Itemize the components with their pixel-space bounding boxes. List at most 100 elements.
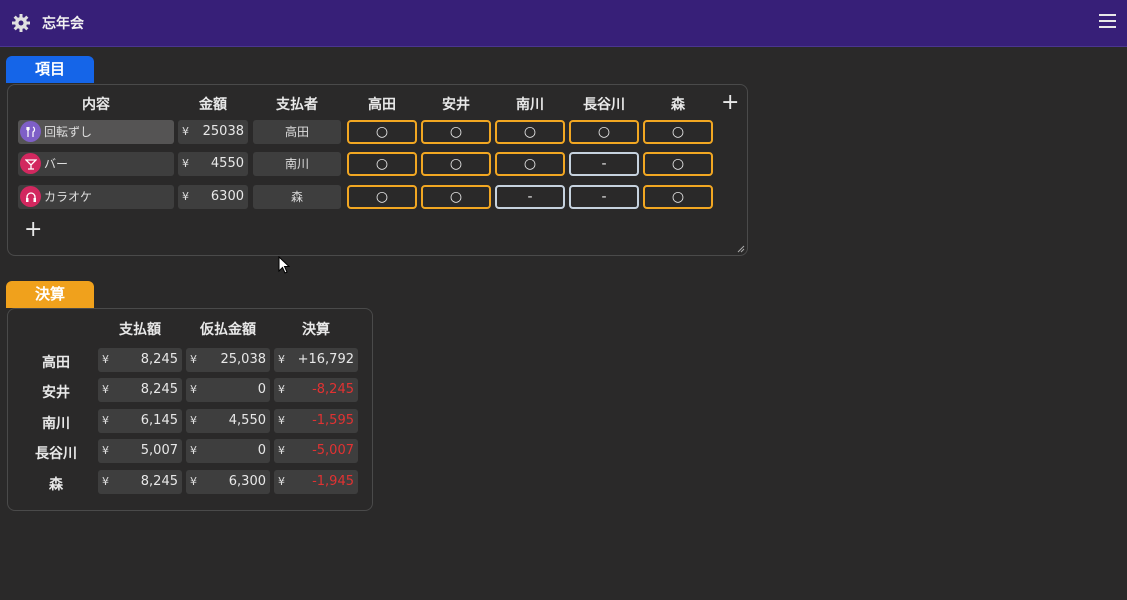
member-name: 安井 <box>42 385 70 401</box>
item-amount-input[interactable]: ¥ 25038 <box>178 120 248 144</box>
paid-value: ¥8,245 <box>98 470 182 494</box>
share-toggle[interactable]: ○ <box>495 120 565 144</box>
advance-amount: 4,550 <box>228 413 266 428</box>
member-header: 高田 <box>368 97 396 113</box>
settlement-amount: +16,792 <box>297 352 354 367</box>
item-payer-select[interactable]: 南川 <box>253 152 341 176</box>
currency-symbol: ¥ <box>190 475 197 488</box>
settlement-value: ¥ -1,945 <box>274 470 358 494</box>
share-toggle[interactable]: ○ <box>643 152 713 176</box>
currency-symbol: ¥ <box>278 475 285 488</box>
share-toggle[interactable]: ○ <box>495 152 565 176</box>
currency-symbol: ¥ <box>190 383 197 396</box>
item-amount-input[interactable]: ¥ 4550 <box>178 152 248 176</box>
settlement-value: ¥ -1,595 <box>274 409 358 433</box>
advance-value: ¥0 <box>186 439 270 463</box>
settlement-amount: -8,245 <box>312 382 354 397</box>
paid-amount: 8,245 <box>140 352 178 367</box>
share-toggle[interactable]: - <box>495 185 565 209</box>
member-name: 長谷川 <box>35 446 77 462</box>
settlement-tab[interactable]: 決算 <box>6 281 94 308</box>
payer-header: 支払者 <box>276 97 318 113</box>
currency-symbol: ¥ <box>190 444 197 457</box>
currency-symbol: ¥ <box>182 190 189 203</box>
share-toggle[interactable]: ○ <box>347 120 417 144</box>
item-amount-text: 4550 <box>210 156 244 171</box>
settlement-amount: -1,595 <box>312 413 354 428</box>
paid-amount: 5,007 <box>140 443 178 458</box>
member-name: 高田 <box>42 355 70 371</box>
paid-amount: 8,245 <box>140 474 178 489</box>
share-toggle[interactable]: ○ <box>643 185 713 209</box>
share-toggle[interactable]: ○ <box>347 185 417 209</box>
paid-amount: 6,145 <box>140 413 178 428</box>
advance-amount: 0 <box>257 443 266 458</box>
currency-symbol: ¥ <box>278 444 285 457</box>
advance-value: ¥4,550 <box>186 409 270 433</box>
member-header: 南川 <box>516 97 544 113</box>
member-header: 森 <box>671 97 685 113</box>
resize-handle-icon[interactable] <box>737 245 745 253</box>
share-toggle[interactable]: ○ <box>421 185 491 209</box>
share-toggle[interactable]: ○ <box>569 120 639 144</box>
advance-value: ¥25,038 <box>186 348 270 372</box>
share-toggle[interactable]: ○ <box>421 152 491 176</box>
item-name-text: 回転ずし <box>44 125 93 139</box>
paid-value: ¥8,245 <box>98 378 182 402</box>
currency-symbol: ¥ <box>102 353 109 366</box>
items-tab[interactable]: 項目 <box>6 56 94 83</box>
item-name-text: カラオケ <box>44 190 93 204</box>
item-name-text: バー <box>44 157 69 171</box>
currency-symbol: ¥ <box>190 414 197 427</box>
item-amount-input[interactable]: ¥ 6300 <box>178 185 248 209</box>
settlement-value: ¥ -5,007 <box>274 439 358 463</box>
item-payer-select[interactable]: 高田 <box>253 120 341 144</box>
item-name-input[interactable]: カラオケ <box>18 185 174 209</box>
advance-header: 仮払金額 <box>200 322 256 338</box>
add-member-button[interactable]: + <box>721 92 739 114</box>
cocktail-icon[interactable] <box>20 153 41 174</box>
settlement-panel: 支払額 仮払金額 決算 高田 ¥8,245 ¥25,038 ¥ +16,792 安… <box>7 308 373 511</box>
item-name-input[interactable]: 回転ずし <box>18 120 174 144</box>
gear-icon[interactable] <box>11 13 31 33</box>
amount-header: 金額 <box>199 97 227 113</box>
member-header: 長谷川 <box>583 97 625 113</box>
currency-symbol: ¥ <box>190 353 197 366</box>
advance-amount: 25,038 <box>220 352 267 367</box>
settlement-value: ¥ +16,792 <box>274 348 358 372</box>
currency-symbol: ¥ <box>102 414 109 427</box>
headphones-icon[interactable] <box>20 186 41 207</box>
app-header: 忘年会 <box>0 0 1127 47</box>
share-toggle[interactable]: ○ <box>643 120 713 144</box>
item-amount-text: 25038 <box>202 124 244 139</box>
currency-symbol: ¥ <box>102 383 109 396</box>
paid-value: ¥5,007 <box>98 439 182 463</box>
share-toggle[interactable]: - <box>569 152 639 176</box>
member-name: 森 <box>49 477 63 493</box>
hamburger-menu-icon[interactable] <box>1099 14 1116 31</box>
member-header: 安井 <box>442 97 470 113</box>
content-header: 内容 <box>82 97 110 113</box>
currency-symbol: ¥ <box>182 125 189 138</box>
currency-symbol: ¥ <box>278 414 285 427</box>
item-amount-text: 6300 <box>210 189 244 204</box>
paid-header: 支払額 <box>119 322 161 338</box>
items-panel: 内容 金額 支払者 高田 安井 南川 長谷川 森 + 回転ずし ¥ 25038 … <box>7 84 748 256</box>
fork-knife-icon[interactable] <box>20 121 41 142</box>
share-toggle[interactable]: - <box>569 185 639 209</box>
advance-value: ¥0 <box>186 378 270 402</box>
share-toggle[interactable]: ○ <box>421 120 491 144</box>
currency-symbol: ¥ <box>102 444 109 457</box>
item-payer-select[interactable]: 森 <box>253 185 341 209</box>
item-name-input[interactable]: バー <box>18 152 174 176</box>
advance-value: ¥6,300 <box>186 470 270 494</box>
share-toggle[interactable]: ○ <box>347 152 417 176</box>
mouse-cursor-icon <box>278 256 290 274</box>
settlement-amount: -1,945 <box>312 474 354 489</box>
currency-symbol: ¥ <box>102 475 109 488</box>
add-item-button[interactable]: + <box>24 219 42 241</box>
settlement-value: ¥ -8,245 <box>274 378 358 402</box>
member-name: 南川 <box>42 416 70 432</box>
currency-symbol: ¥ <box>182 157 189 170</box>
paid-amount: 8,245 <box>140 382 178 397</box>
